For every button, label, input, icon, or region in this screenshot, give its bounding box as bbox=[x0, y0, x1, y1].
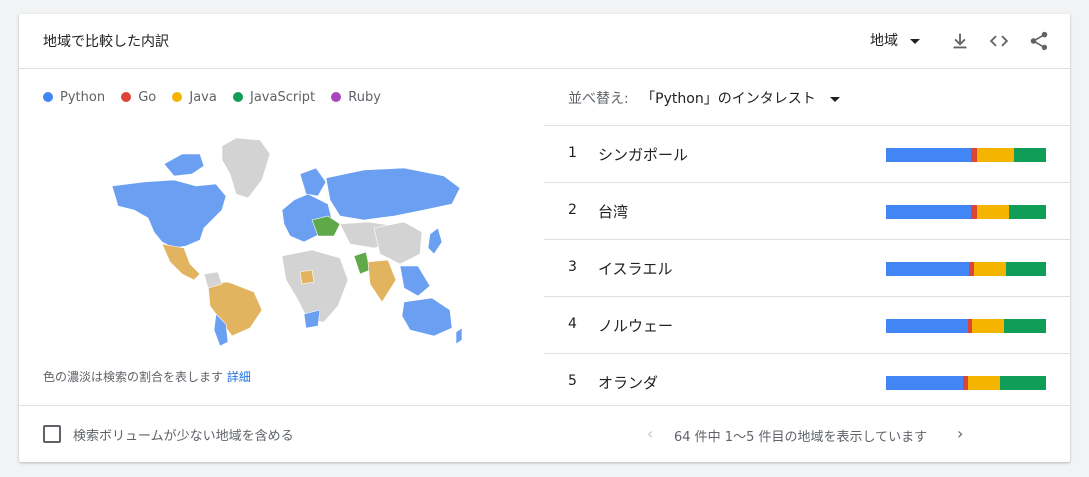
share-bar bbox=[886, 205, 1046, 219]
download-icon[interactable] bbox=[949, 30, 971, 52]
sort-row: 並べ替え: 「Python」のインタレスト bbox=[568, 88, 840, 108]
map-region-southeast-asia bbox=[399, 265, 431, 297]
region-select-dropdown[interactable]: 地域 bbox=[870, 30, 920, 50]
legend: Python Go Java JavaScript Ruby bbox=[43, 90, 393, 105]
bar-segment-java bbox=[973, 262, 1006, 276]
map-region-nigeria bbox=[299, 269, 315, 285]
share-bar bbox=[886, 148, 1046, 162]
ranking-row[interactable]: 4 ノルウェー bbox=[544, 296, 1070, 353]
card-header: 地域で比較した内訳 地域 bbox=[19, 14, 1070, 69]
region-name: ノルウェー bbox=[598, 317, 674, 335]
legend-item-ruby: Ruby bbox=[331, 90, 381, 105]
card-title: 地域で比較した内訳 bbox=[43, 34, 169, 50]
sort-value: 「Python」のインタレスト bbox=[641, 91, 816, 107]
rank-number: 3 bbox=[568, 259, 577, 275]
sort-dropdown[interactable]: 「Python」のインタレスト bbox=[641, 91, 840, 107]
legend-swatch bbox=[331, 91, 342, 102]
legend-item-go: Go bbox=[121, 90, 156, 105]
legend-label: Python bbox=[60, 90, 106, 105]
card-footer: 検索ボリュームが少ない地域を含める ‹ 64 件中 1～5 件目の地域を表示して… bbox=[19, 405, 1070, 463]
rank-number: 1 bbox=[568, 145, 577, 161]
pagination-text: 64 件中 1～5 件目の地域を表示しています bbox=[674, 430, 928, 445]
low-volume-checkbox-label: 検索ボリュームが少ない地域を含める bbox=[73, 429, 294, 444]
map-note: 色の濃淡は検索の割合を表します 詳細 bbox=[43, 368, 251, 385]
bar-segment-python bbox=[886, 319, 968, 333]
region-name: イスラエル bbox=[598, 260, 673, 278]
region-name: オランダ bbox=[598, 374, 659, 392]
legend-item-javascript: JavaScript bbox=[232, 90, 316, 105]
share-bar bbox=[886, 376, 1046, 390]
map-region-new-zealand bbox=[455, 327, 463, 345]
legend-item-python: Python bbox=[43, 90, 105, 105]
legend-swatch bbox=[43, 91, 53, 102]
bar-segment-java bbox=[972, 319, 1005, 333]
chevron-right-icon[interactable]: › bbox=[957, 424, 963, 443]
map-region-japan bbox=[427, 227, 443, 255]
world-map[interactable] bbox=[104, 124, 464, 346]
ranking-list: 1 シンガポール 2 台湾 3 イスラエル 4 ノルウェー 5 オランダ bbox=[544, 125, 1070, 410]
caret-down-icon bbox=[910, 38, 920, 44]
bar-segment-python bbox=[886, 376, 963, 390]
region-comparison-card: 地域で比較した内訳 地域 Python Go Java JavaScript R… bbox=[19, 14, 1070, 462]
ranking-row[interactable]: 2 台湾 bbox=[544, 182, 1070, 239]
bar-segment-python bbox=[886, 205, 971, 219]
bar-segment-javascript bbox=[1009, 205, 1046, 219]
chevron-left-icon[interactable]: ‹ bbox=[647, 424, 653, 443]
bar-segment-java bbox=[977, 205, 1010, 219]
rank-number: 2 bbox=[568, 202, 577, 218]
legend-item-java: Java bbox=[172, 90, 217, 105]
legend-label: Ruby bbox=[348, 90, 381, 105]
bar-segment-python bbox=[886, 262, 970, 276]
sort-label: 並べ替え: bbox=[568, 91, 629, 107]
rank-number: 4 bbox=[568, 316, 577, 332]
share-bar bbox=[886, 262, 1046, 276]
bar-segment-javascript bbox=[999, 376, 1046, 390]
legend-label: JavaScript bbox=[249, 90, 316, 105]
map-region-china bbox=[373, 221, 423, 265]
map-region-pakistan bbox=[353, 251, 371, 275]
caret-down-icon bbox=[829, 96, 840, 102]
bar-segment-python bbox=[886, 148, 971, 162]
details-link[interactable]: 詳細 bbox=[227, 370, 251, 384]
low-volume-checkbox[interactable] bbox=[43, 425, 61, 443]
ranking-row[interactable]: 5 オランダ bbox=[544, 353, 1070, 410]
legend-label: Java bbox=[189, 90, 217, 105]
legend-swatch bbox=[172, 91, 183, 102]
bar-segment-java bbox=[977, 148, 1014, 162]
embed-code-icon[interactable] bbox=[988, 30, 1010, 52]
share-icon[interactable] bbox=[1028, 30, 1050, 52]
region-select-label: 地域 bbox=[870, 33, 898, 49]
ranking-row[interactable]: 3 イスラエル bbox=[544, 239, 1070, 296]
map-region-australia bbox=[401, 297, 453, 337]
bar-segment-javascript bbox=[1004, 319, 1046, 333]
map-region-north-america bbox=[111, 179, 227, 249]
map-note-text: 色の濃淡は検索の割合を表します bbox=[43, 370, 224, 384]
region-name: 台湾 bbox=[598, 203, 629, 221]
legend-swatch bbox=[232, 91, 243, 102]
map-region-mexico bbox=[161, 243, 201, 281]
bar-segment-javascript bbox=[1013, 148, 1046, 162]
map-region-scandinavia bbox=[299, 167, 327, 197]
map-region-russia bbox=[325, 167, 461, 221]
bar-segment-java bbox=[967, 376, 1000, 390]
map-region-greenland bbox=[221, 137, 271, 199]
bar-segment-javascript bbox=[1005, 262, 1046, 276]
share-bar bbox=[886, 319, 1046, 333]
map-region-india bbox=[367, 259, 397, 303]
rank-number: 5 bbox=[568, 373, 577, 389]
map-region-canada-islands bbox=[163, 153, 205, 177]
legend-label: Go bbox=[138, 90, 157, 105]
ranking-row[interactable]: 1 シンガポール bbox=[544, 125, 1070, 182]
legend-swatch bbox=[121, 91, 132, 102]
region-name: シンガポール bbox=[598, 146, 689, 164]
